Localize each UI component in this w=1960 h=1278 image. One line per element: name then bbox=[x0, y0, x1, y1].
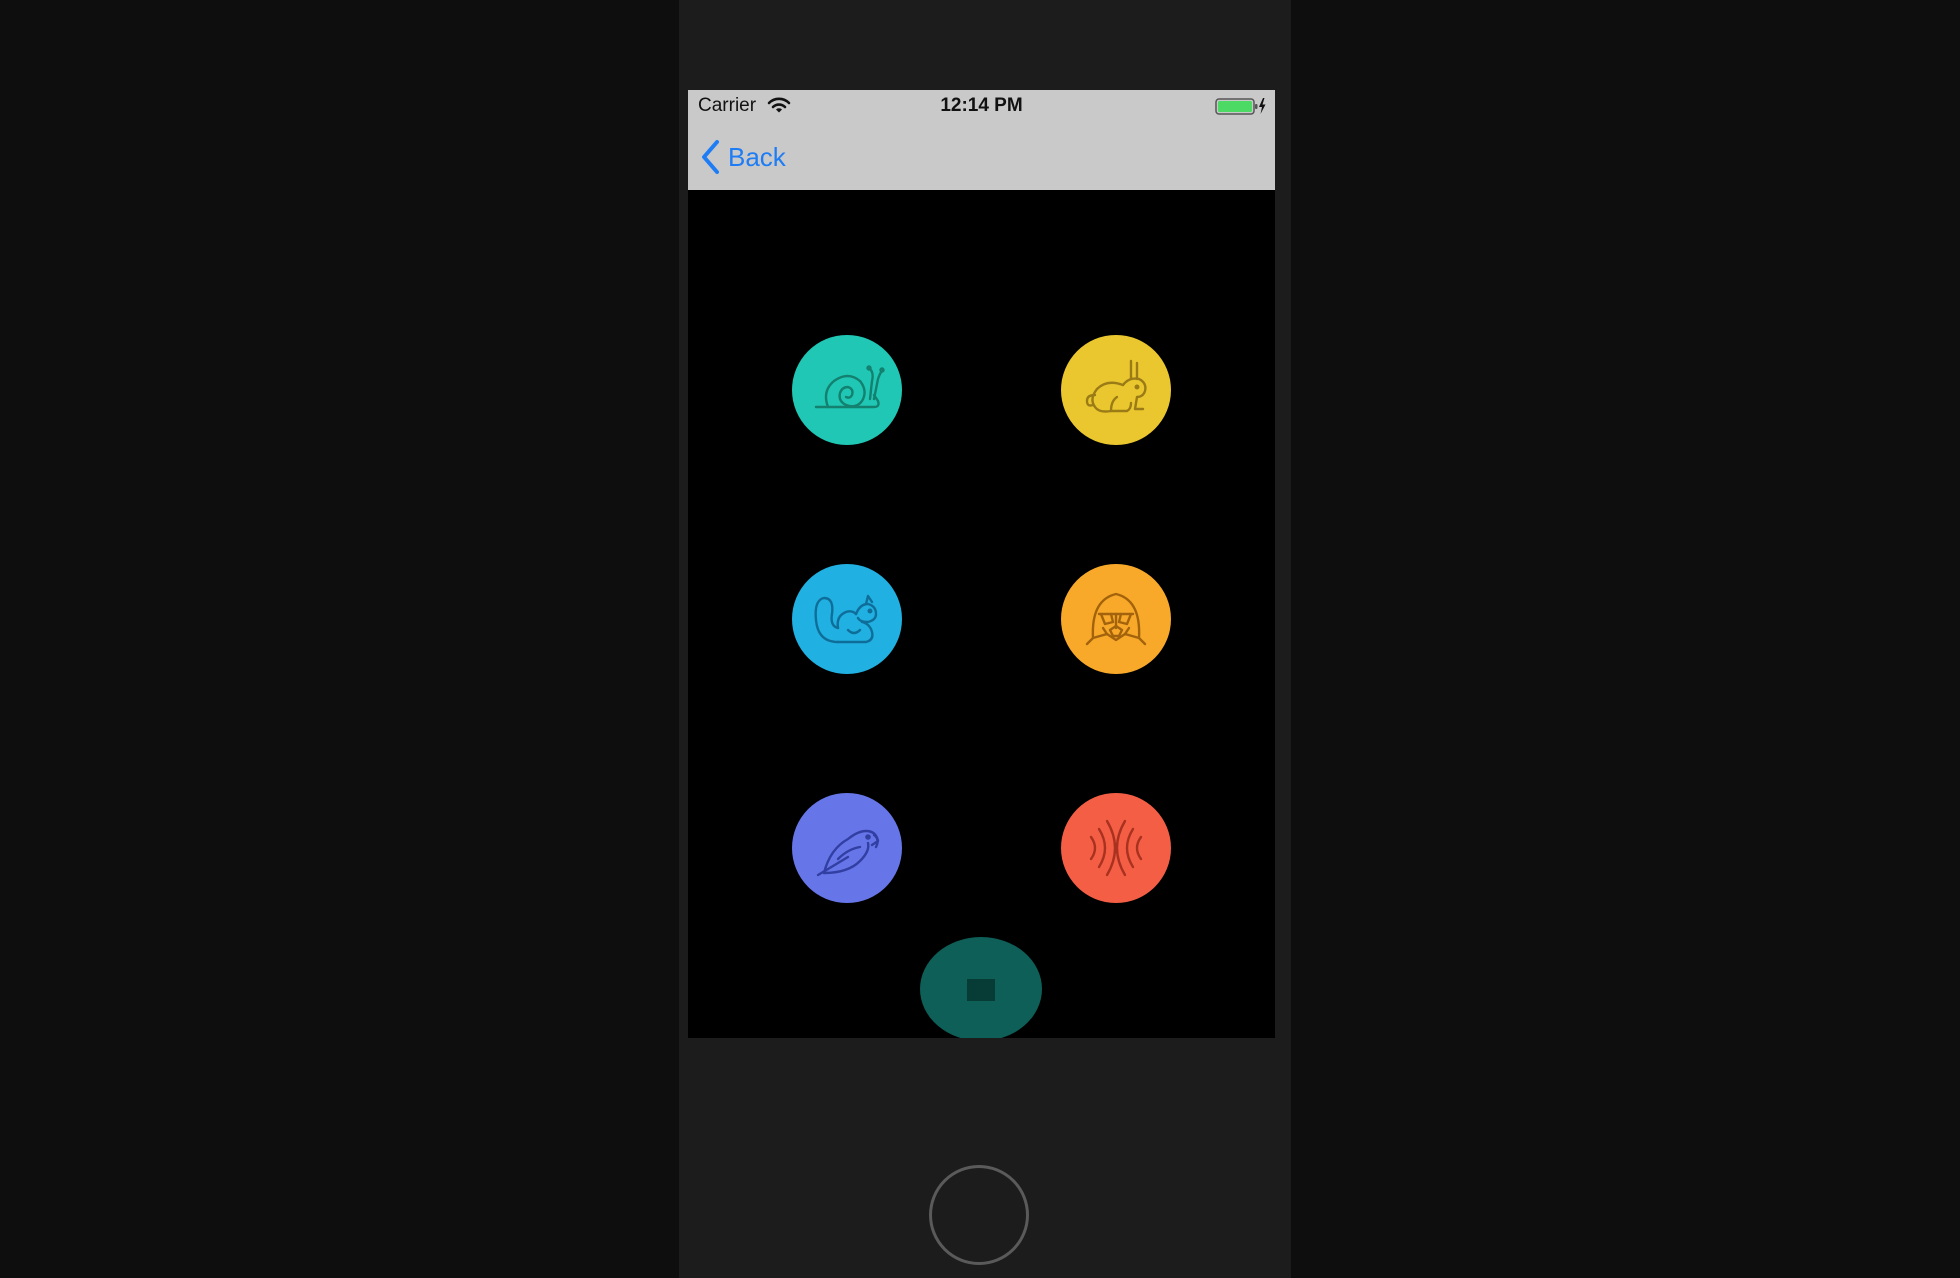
stop-icon bbox=[967, 979, 995, 1001]
back-label: Back bbox=[728, 141, 786, 172]
sound-board bbox=[688, 190, 1275, 1038]
squirrel-button[interactable] bbox=[792, 564, 902, 674]
squirrel-icon bbox=[814, 594, 878, 644]
chevron-left-icon bbox=[702, 140, 719, 174]
battery-icon bbox=[1215, 98, 1266, 115]
snail-button[interactable] bbox=[792, 335, 902, 445]
parrot-icon bbox=[816, 829, 880, 877]
stop-button[interactable] bbox=[920, 937, 1042, 1038]
rabbit-button[interactable] bbox=[1061, 335, 1171, 445]
status-time: 12:14 PM bbox=[940, 95, 1023, 116]
parrot-button[interactable] bbox=[792, 793, 902, 903]
echo-button[interactable] bbox=[1061, 793, 1171, 903]
home-button[interactable] bbox=[929, 1165, 1029, 1265]
app-screen: Carrier 12:14 PM Back bbox=[688, 90, 1275, 1038]
snail-icon bbox=[814, 365, 885, 409]
status-bar: Carrier 12:14 PM bbox=[688, 90, 1275, 124]
back-button[interactable]: Back bbox=[700, 136, 786, 178]
echo-waves-icon bbox=[1089, 819, 1143, 877]
navigation-bar: Back bbox=[688, 124, 1275, 190]
darth-vader-icon bbox=[1085, 592, 1147, 646]
darth-vader-button[interactable] bbox=[1061, 564, 1171, 674]
rabbit-icon bbox=[1085, 359, 1147, 413]
